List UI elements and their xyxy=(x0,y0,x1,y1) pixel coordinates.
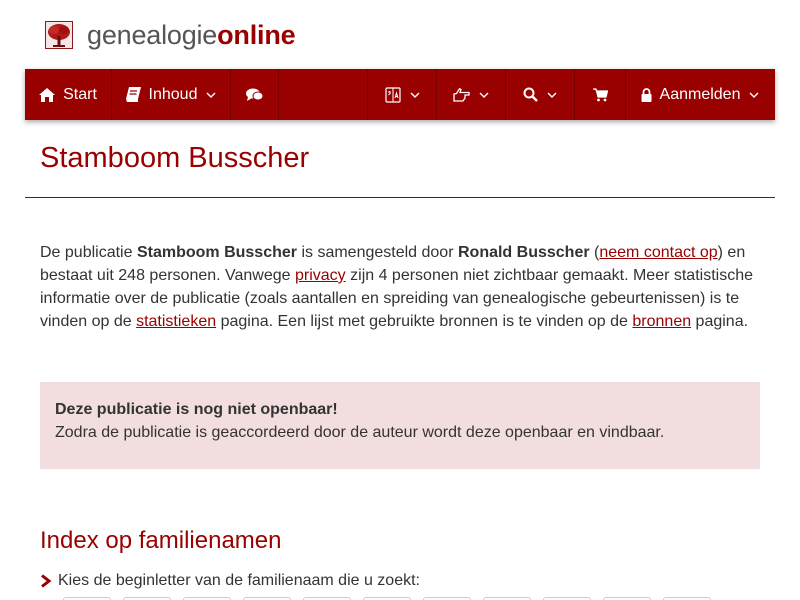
nav-actions[interactable] xyxy=(437,69,506,120)
language-icon xyxy=(384,86,401,103)
nav-cart[interactable] xyxy=(575,69,626,120)
chevron-down-icon xyxy=(410,92,420,98)
nav-forum[interactable] xyxy=(231,69,279,120)
cart-icon xyxy=(592,87,608,102)
nav-search[interactable] xyxy=(506,69,575,120)
chevron-down-icon xyxy=(479,92,489,98)
nav-login[interactable]: Aanmelden xyxy=(626,69,774,120)
publication-intro: De publicatie Stamboom Busscher is samen… xyxy=(40,241,765,333)
tree-logo-icon[interactable] xyxy=(45,21,73,49)
hand-point-icon xyxy=(453,87,470,102)
chevron-right-icon xyxy=(40,574,52,588)
contact-link[interactable]: neem contact op xyxy=(599,244,717,261)
alert-body: Zodra de publicatie is geaccordeerd door… xyxy=(55,424,665,441)
site-brand[interactable]: genealogieonline xyxy=(87,18,296,52)
page-title: Stamboom Busscher xyxy=(40,142,310,174)
not-public-alert: Deze publicatie is nog niet openbaar! Zo… xyxy=(40,382,760,469)
nav-language[interactable] xyxy=(368,69,437,120)
chevron-down-icon xyxy=(206,92,216,98)
surname-index-heading: Index op familienamen xyxy=(40,527,282,554)
brand-part-1: genealogie xyxy=(87,20,218,50)
nav-inhoud[interactable]: Inhoud xyxy=(112,69,231,120)
search-icon xyxy=(523,87,538,102)
intro-text: pagina. xyxy=(691,313,749,330)
publication-name: Stamboom Busscher xyxy=(136,244,297,261)
letter-hint: Kies de beginletter van de familienaam d… xyxy=(40,572,420,590)
main-navbar: Start Inhoud Aanmelden xyxy=(25,69,775,120)
author-name: Ronald Busscher xyxy=(457,244,590,261)
nav-start-label: Start xyxy=(63,85,97,103)
intro-text: De publicatie xyxy=(40,244,137,261)
chevron-down-icon xyxy=(749,92,759,98)
chevron-down-icon xyxy=(547,92,557,98)
sources-link[interactable]: bronnen xyxy=(632,313,691,330)
title-divider xyxy=(25,197,775,198)
comments-icon xyxy=(246,88,263,102)
home-icon xyxy=(39,87,56,102)
nav-inhoud-label: Inhoud xyxy=(148,85,198,103)
statistics-link[interactable]: statistieken xyxy=(136,313,216,330)
intro-text: pagina. Een lijst met gebruikte bronnen … xyxy=(216,313,633,330)
letter-hint-text: Kies de beginletter van de familienaam d… xyxy=(58,572,420,589)
alert-title: Deze publicatie is nog niet openbaar! xyxy=(55,401,338,418)
brand-part-2: online xyxy=(217,20,296,50)
intro-text: is samengesteld door xyxy=(297,244,458,261)
nav-login-label: Aanmelden xyxy=(659,85,741,103)
site-header: genealogieonline xyxy=(45,18,296,52)
privacy-link[interactable]: privacy xyxy=(295,267,346,284)
lock-icon xyxy=(641,87,652,102)
intro-text: ( xyxy=(589,244,600,261)
book-icon xyxy=(125,87,141,102)
nav-spacer xyxy=(279,69,368,120)
nav-start[interactable]: Start xyxy=(25,69,112,120)
